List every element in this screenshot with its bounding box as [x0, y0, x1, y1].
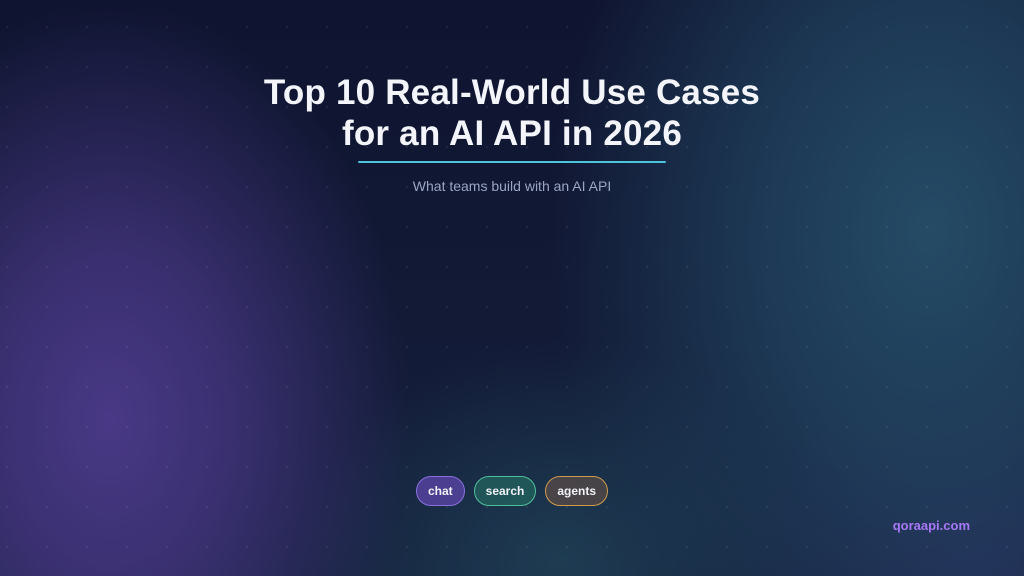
subtitle: What teams build with an AI API	[412, 178, 612, 194]
title-block: Top 10 Real-World Use Cases for an AI AP…	[0, 72, 1024, 195]
tag-chat[interactable]: chat	[415, 476, 465, 506]
tag-agents[interactable]: agents	[545, 476, 609, 506]
title-underline	[358, 161, 666, 163]
tag-search[interactable]: search	[473, 476, 537, 506]
title-line-1: Top 10 Real-World Use Cases	[263, 73, 761, 112]
page-title: Top 10 Real-World Use Cases for an AI AP…	[0, 72, 1024, 154]
tag-row: chat search agents	[0, 476, 1024, 506]
slide-canvas: Top 10 Real-World Use Cases for an AI AP…	[0, 0, 1024, 576]
title-line-2: for an AI API in 2026	[341, 114, 683, 153]
brand-link[interactable]: qoraapi.com	[893, 518, 970, 534]
